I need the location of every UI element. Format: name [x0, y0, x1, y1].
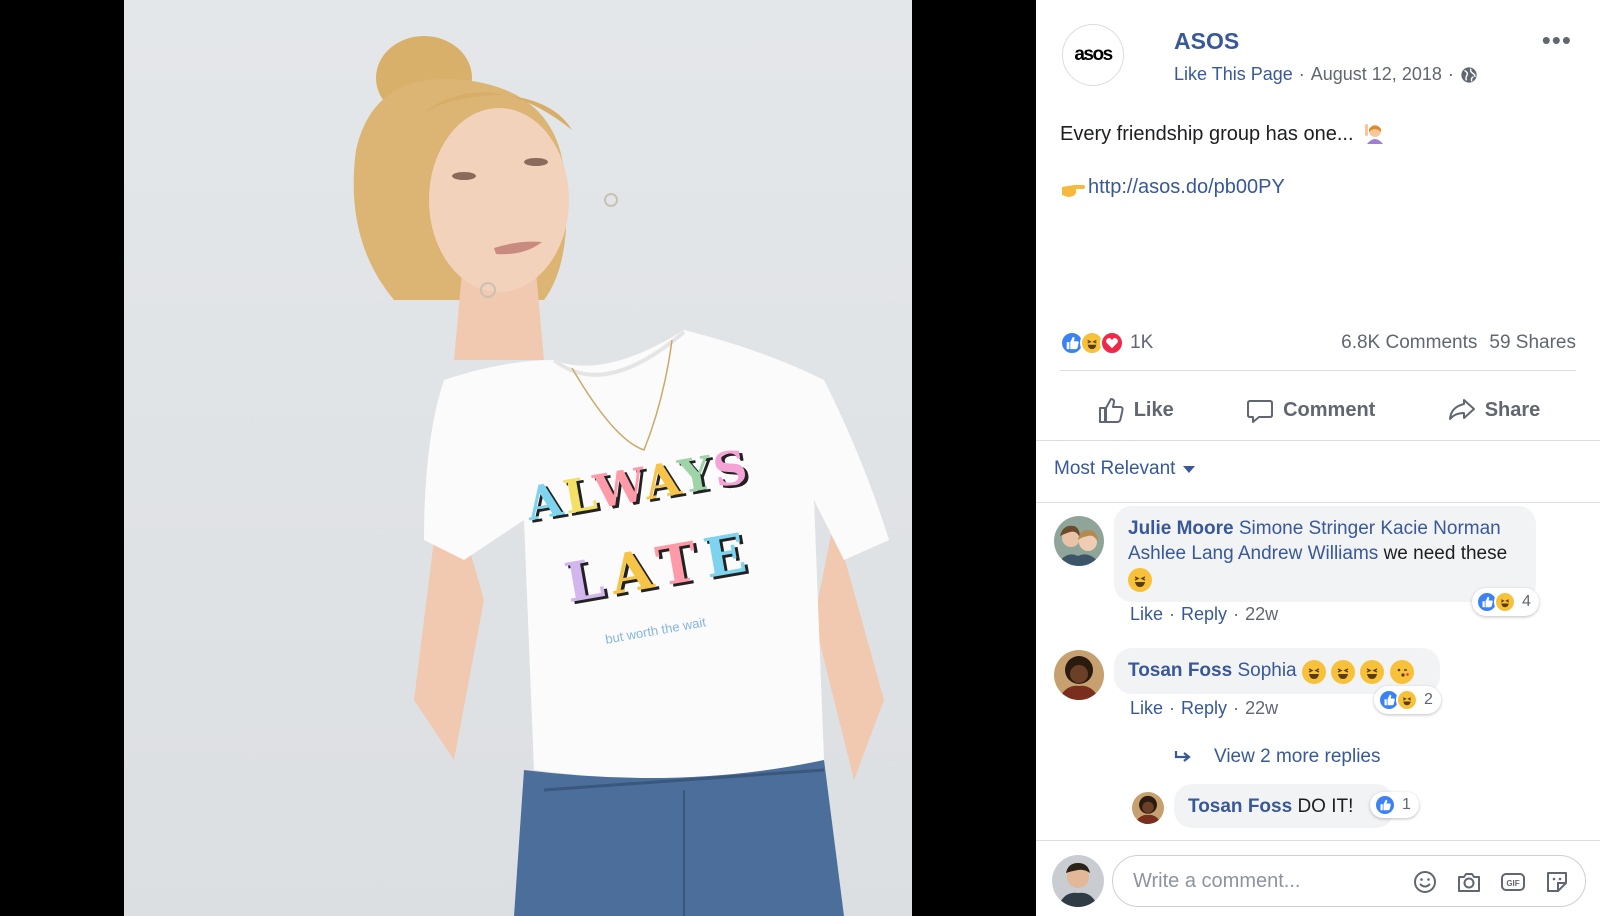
action-bar: Like Comment Share: [1060, 380, 1576, 440]
stats-divider: [1060, 370, 1576, 371]
actions-divider: [1036, 440, 1600, 441]
laughing-emoji-icon: [1128, 568, 1152, 592]
commenter-avatar[interactable]: [1054, 650, 1104, 700]
post-url-link[interactable]: http://asos.do/pb00PY: [1088, 176, 1285, 199]
reaction-summary[interactable]: 1K: [1060, 331, 1153, 355]
post-date[interactable]: August 12, 2018: [1311, 64, 1442, 85]
meta-separator: ·: [1169, 698, 1176, 718]
post-meta: Like This Page · August 12, 2018 ·: [1174, 64, 1478, 85]
like-reaction-icon: [1374, 794, 1396, 816]
laughing-emoji-icon: [1360, 660, 1385, 684]
camera-icon[interactable]: [1456, 869, 1482, 895]
current-user-avatar[interactable]: [1052, 855, 1104, 907]
comment-text: we need these: [1383, 543, 1508, 564]
post-link: http://asos.do/pb00PY: [1060, 176, 1285, 199]
comments-count[interactable]: 6.8K Comments: [1341, 332, 1477, 354]
post-panel: asos ASOS Like This Page · August 12, 20…: [1036, 0, 1600, 916]
reaction-count[interactable]: 1K: [1130, 332, 1153, 354]
view-more-replies-link[interactable]: View 2 more replies: [1174, 746, 1381, 768]
post-photo[interactable]: ALWAYS LATE but worth the wait: [124, 0, 912, 916]
haha-reaction-icon: [1494, 591, 1516, 613]
shares-count[interactable]: 59 Shares: [1489, 332, 1576, 354]
reaction-count: 2: [1424, 691, 1433, 708]
page-name[interactable]: ASOS: [1174, 28, 1239, 55]
comment-reply-link[interactable]: Reply: [1181, 604, 1227, 625]
comment-author[interactable]: Julie Moore: [1128, 518, 1234, 539]
post-text: Every friendship group has one...: [1060, 120, 1580, 147]
meta-separator: ·: [1447, 64, 1454, 84]
laughing-emoji-icon: [1301, 660, 1326, 684]
comment-composer: GIF: [1036, 840, 1600, 916]
like-page-link[interactable]: Like This Page: [1174, 64, 1293, 85]
thumbs-up-icon: [1098, 398, 1124, 423]
reply-arrow-icon: [1174, 751, 1191, 762]
share-label: Share: [1484, 398, 1541, 421]
comment-like-link[interactable]: Like: [1130, 698, 1163, 719]
comment-sort-dropdown[interactable]: Most Relevant: [1054, 458, 1196, 480]
replier-avatar[interactable]: [1132, 792, 1164, 824]
meta-separator: ·: [1233, 604, 1240, 624]
post-stats: 1K 6.8K Comments 59 Shares: [1060, 328, 1576, 358]
reply-reaction-badge[interactable]: 1: [1370, 792, 1419, 818]
globe-icon[interactable]: [1460, 66, 1478, 84]
meta-separator: ·: [1298, 64, 1305, 84]
haha-reaction-icon: [1396, 689, 1418, 711]
comment-reply-link[interactable]: Reply: [1181, 698, 1227, 719]
comment-reaction-badge[interactable]: 4: [1472, 588, 1539, 616]
reply-bubble: Tosan Foss DO IT!: [1174, 784, 1394, 828]
meta-separator: ·: [1169, 604, 1176, 624]
comment-meta: Like · Reply · 22w: [1130, 698, 1278, 719]
page-avatar-logo: asos: [1074, 44, 1113, 65]
caret-down-icon: [1183, 465, 1196, 473]
comment-author[interactable]: Tosan Foss: [1128, 660, 1232, 681]
comment-like-link[interactable]: Like: [1130, 604, 1163, 625]
love-reaction-icon: [1100, 331, 1124, 355]
comment-list: Julie Moore Simone Stringer Kacie Norman…: [1036, 502, 1600, 840]
reaction-count: 1: [1402, 796, 1411, 813]
like-button[interactable]: Like: [1096, 395, 1174, 425]
reply-text: DO IT!: [1297, 796, 1354, 817]
stats-right: 6.8K Comments 59 Shares: [1341, 332, 1576, 354]
meta-separator: ·: [1233, 698, 1240, 718]
comment-item: Julie Moore Simone Stringer Kacie Norman…: [1036, 502, 1600, 642]
share-arrow-icon: [1448, 399, 1475, 420]
comment-bubble: Julie Moore Simone Stringer Kacie Norman…: [1114, 506, 1536, 602]
commenter-avatar[interactable]: [1054, 516, 1104, 566]
comment-time[interactable]: 22w: [1245, 604, 1278, 625]
comment-reaction-badge[interactable]: 2: [1374, 686, 1441, 714]
pointing-hand-emoji-icon: [1062, 184, 1085, 197]
view-more-replies-label: View 2 more replies: [1214, 746, 1381, 767]
composer-tools: GIF: [1412, 869, 1570, 895]
reaction-count: 4: [1522, 593, 1531, 610]
laughing-emoji-icon: [1331, 660, 1356, 684]
comment-item: Tosan Foss Sophia 2 Like · Reply · 22w: [1036, 642, 1600, 732]
tagged-users[interactable]: Sophia: [1237, 660, 1296, 681]
speech-bubble-icon: [1247, 400, 1274, 423]
post-text-body: Every friendship group has one...: [1060, 123, 1354, 145]
share-button[interactable]: Share: [1447, 395, 1541, 425]
comment-button[interactable]: Comment: [1245, 395, 1375, 425]
comment-time[interactable]: 22w: [1245, 698, 1278, 719]
comment-meta: Like · Reply · 22w: [1130, 604, 1278, 625]
sticker-icon[interactable]: [1544, 869, 1570, 895]
like-label: Like: [1133, 398, 1174, 421]
svg-text:GIF: GIF: [1506, 879, 1519, 888]
reply-author[interactable]: Tosan Foss: [1188, 796, 1292, 817]
comment-label: Comment: [1283, 398, 1376, 421]
page-avatar[interactable]: asos: [1062, 24, 1124, 86]
model-illustration: [353, 36, 889, 916]
smiley-icon[interactable]: [1412, 869, 1438, 895]
more-options-button[interactable]: •••: [1542, 27, 1572, 53]
post-header: asos ASOS Like This Page · August 12, 20…: [1062, 24, 1580, 88]
sort-label: Most Relevant: [1054, 458, 1176, 479]
gif-icon[interactable]: GIF: [1500, 869, 1526, 895]
photo-viewer: ALWAYS LATE but worth the wait: [0, 0, 1036, 916]
woman-raising-hand-emoji-icon: [1365, 124, 1384, 144]
kissing-emoji-icon: [1389, 660, 1414, 684]
reply-item: Tosan Foss DO IT! 1: [1036, 782, 1600, 840]
